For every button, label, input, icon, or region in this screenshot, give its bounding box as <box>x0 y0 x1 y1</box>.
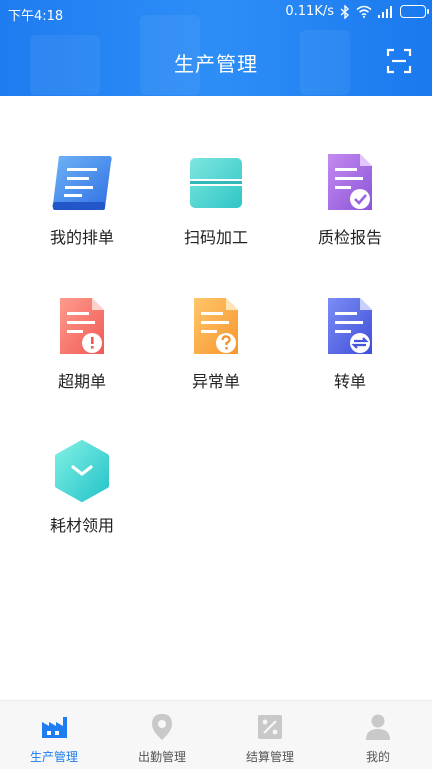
menu-item-label: 扫码加工 <box>183 228 248 247</box>
status-bar: 下午4:18 0.11K/s <box>0 0 432 26</box>
network-speed: 0.11K/s <box>285 4 334 19</box>
wifi-icon <box>356 5 372 18</box>
tab-production[interactable]: 生产管理 <box>0 701 108 769</box>
menu-item-label: 质检报告 <box>317 228 382 247</box>
signal-icon <box>378 5 392 18</box>
overdue-doc-icon <box>60 298 104 354</box>
status-time: 下午4:18 <box>8 9 64 24</box>
bluetooth-icon <box>340 4 350 19</box>
menu-item-label: 异常单 <box>191 372 240 391</box>
tab-label: 出勤管理 <box>137 750 186 764</box>
exception-doc-icon <box>194 298 238 354</box>
scan-code-icon <box>186 158 246 208</box>
tab-attendance[interactable]: 出勤管理 <box>108 701 216 769</box>
scan-button-icon[interactable] <box>386 48 412 74</box>
menu-item-overdue[interactable]: 超期单 <box>10 292 154 392</box>
menu-item-label: 超期单 <box>57 372 106 391</box>
factory-icon <box>42 717 67 738</box>
header-bar: 下午4:18 0.11K/s 生产管理 <box>0 0 432 96</box>
page-title: 生产管理 <box>174 52 258 76</box>
menu-item-exception[interactable]: 异常单 <box>144 292 288 392</box>
menu-item-label: 耗材领用 <box>49 516 114 535</box>
scroll-list-icon <box>52 156 112 210</box>
percent-icon <box>258 715 282 739</box>
report-check-icon <box>328 154 372 210</box>
battery-icon <box>400 5 429 18</box>
menu-item-label: 我的排单 <box>49 228 114 247</box>
menu-item-consumables[interactable]: 耗材领用 <box>10 436 154 536</box>
tab-label: 结算管理 <box>245 750 294 764</box>
user-icon <box>366 714 390 740</box>
hexagon-supply-icon <box>55 440 109 502</box>
tab-label: 生产管理 <box>29 750 78 764</box>
location-pin-icon <box>152 714 172 740</box>
menu-item-scan-process[interactable]: 扫码加工 <box>144 148 288 248</box>
tab-mine[interactable]: 我的 <box>324 701 432 769</box>
menu-item-label: 转单 <box>333 372 366 391</box>
menu-item-transfer[interactable]: 转单 <box>278 292 422 392</box>
transfer-doc-icon <box>328 298 372 354</box>
tab-settlement[interactable]: 结算管理 <box>216 701 324 769</box>
bottom-tab-bar: 生产管理 出勤管理 结算管理 我的 <box>0 700 432 769</box>
menu-item-my-schedule[interactable]: 我的排单 <box>10 148 154 248</box>
menu-item-qc-report[interactable]: 质检报告 <box>278 148 422 248</box>
tab-label: 我的 <box>365 750 390 764</box>
